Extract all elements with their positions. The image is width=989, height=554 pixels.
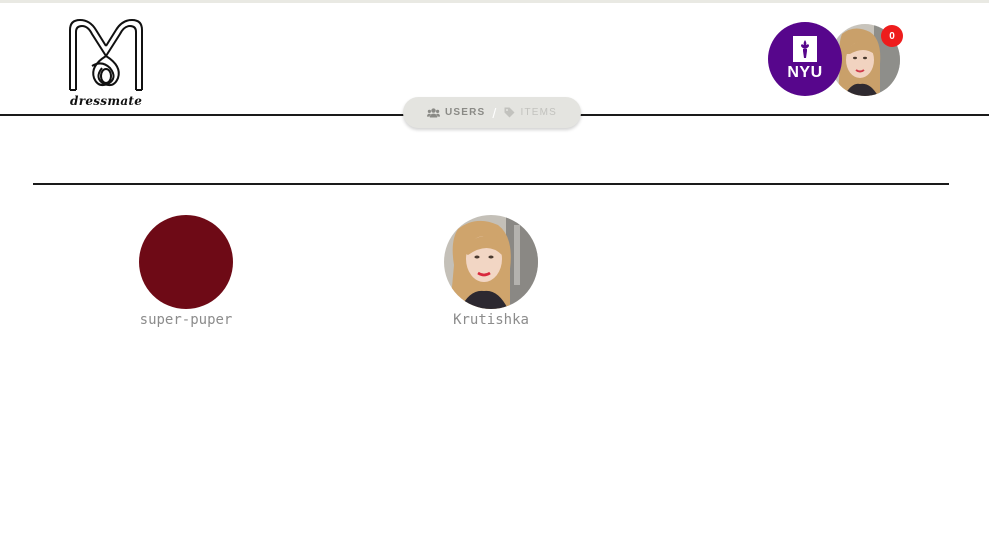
org-badge[interactable]: NYU <box>768 22 842 96</box>
nav-items-tab[interactable]: ITEMS <box>504 107 557 118</box>
nav-users-label: USERS <box>444 107 486 118</box>
page: dressmate USERS / ITEMS NYU 0 super-pupe… <box>0 0 989 554</box>
user-card[interactable]: super-puper <box>106 215 266 328</box>
content-divider <box>33 183 949 185</box>
tag-icon <box>504 107 515 118</box>
user-avatar <box>444 215 538 309</box>
users-icon <box>426 107 440 117</box>
org-label: NYU <box>787 64 823 81</box>
nav-separator: / <box>492 104 498 121</box>
torch-icon <box>801 40 809 58</box>
section-nav: USERS / ITEMS <box>403 97 581 128</box>
nav-users-tab[interactable]: USERS <box>426 107 486 118</box>
user-avatar <box>139 215 233 309</box>
user-name: Krutishka <box>453 312 529 328</box>
logo-monogram-icon <box>69 18 143 91</box>
logo-wordmark: dressmate <box>70 94 143 108</box>
user-name: super-puper <box>139 312 233 328</box>
user-card[interactable]: Krutishka <box>411 215 571 328</box>
user-photo-image <box>444 215 538 309</box>
dressmate-logo[interactable]: dressmate <box>66 16 146 112</box>
nav-items-label: ITEMS <box>520 107 558 118</box>
org-torch-box <box>793 36 817 62</box>
notification-badge[interactable]: 0 <box>881 25 903 47</box>
top-border <box>0 0 989 3</box>
